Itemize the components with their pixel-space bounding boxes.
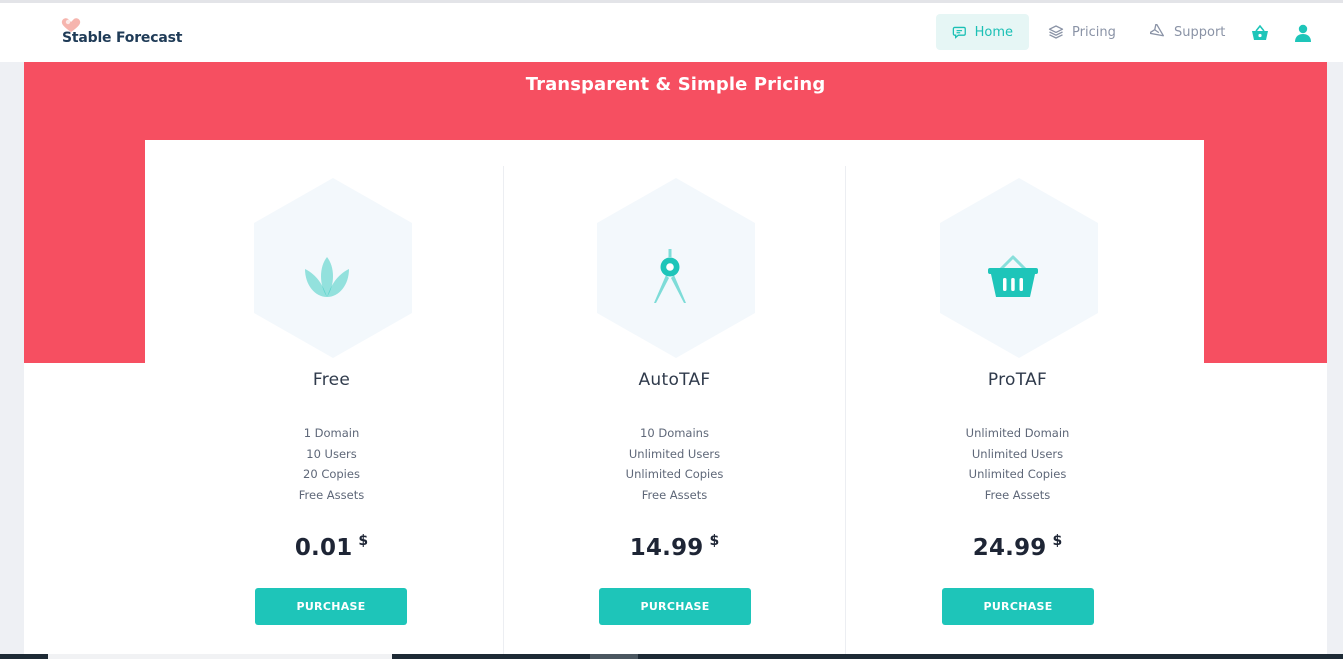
price-currency: $ <box>1052 533 1063 549</box>
plan-name: ProTAF <box>987 370 1048 390</box>
plan-card-autotaf: AutoTAF 10 Domains Unlimited Users Unlim… <box>503 140 846 659</box>
pricing-table: Free 1 Domain 10 Users 20 Copies Free As… <box>145 140 1204 659</box>
plan-price: 0.01 $ <box>160 533 503 561</box>
feature-item: Unlimited Copies <box>625 467 724 482</box>
purchase-button-autotaf[interactable]: PURCHASE <box>599 588 751 625</box>
plan-card-free: Free 1 Domain 10 Users 20 Copies Free As… <box>160 140 503 659</box>
price-currency: $ <box>358 533 369 549</box>
lotus-icon <box>287 237 367 317</box>
price-value: 24.99 <box>972 535 1047 561</box>
feature-list: 10 Domains Unlimited Users Unlimited Cop… <box>503 423 846 506</box>
feature-list: 1 Domain 10 Users 20 Copies Free Assets <box>160 423 503 506</box>
price-currency: $ <box>709 533 720 549</box>
brand-name: Stable Forecast <box>62 30 183 46</box>
user-icon <box>1295 24 1311 42</box>
plan-name: Free <box>312 370 351 390</box>
feature-item: Unlimited Copies <box>968 467 1067 482</box>
user-button[interactable] <box>1291 21 1315 45</box>
nav-home[interactable]: Home <box>936 14 1029 50</box>
plan-price: 14.99 $ <box>503 533 846 561</box>
basket-icon <box>973 237 1053 317</box>
price-value: 0.01 <box>294 535 353 561</box>
plan-price: 24.99 $ <box>846 533 1189 561</box>
feature-item: Free Assets <box>984 488 1051 503</box>
feature-item: Free Assets <box>298 488 365 503</box>
feature-item: Free Assets <box>641 488 708 503</box>
plan-name: AutoTAF <box>638 370 711 390</box>
feature-item: 10 Domains <box>640 426 709 440</box>
layers-icon <box>1048 25 1064 39</box>
chat-bubble-icon <box>952 26 966 39</box>
purchase-button-protaf[interactable]: PURCHASE <box>942 588 1094 625</box>
brand-logo[interactable]: Stable Forecast <box>58 15 198 51</box>
shopping-basket-icon <box>1252 24 1268 40</box>
feature-item: Unlimited Users <box>628 446 721 461</box>
feature-item: Unlimited Domain <box>965 426 1070 440</box>
bottom-segment <box>48 654 392 659</box>
feature-item: Unlimited Users <box>971 446 1064 461</box>
price-value: 14.99 <box>629 535 704 561</box>
nav-home-label: Home <box>974 24 1013 40</box>
feature-item: 20 Copies <box>303 467 360 482</box>
paper-plane-icon <box>1150 24 1164 37</box>
nav-pricing[interactable]: Pricing <box>1032 14 1132 50</box>
nav-support[interactable]: Support <box>1134 14 1241 50</box>
navbar: Stable Forecast Home Pricing Support <box>0 3 1343 62</box>
cart-button[interactable] <box>1248 21 1272 45</box>
bottom-bar <box>0 654 1343 659</box>
purchase-button-free[interactable]: PURCHASE <box>255 588 407 625</box>
bottom-segment <box>590 654 638 659</box>
page-title: Transparent & Simple Pricing <box>525 74 826 95</box>
plan-card-protaf: ProTAF Unlimited Domain Unlimited Users … <box>846 140 1189 659</box>
nav-pricing-label: Pricing <box>1072 24 1116 40</box>
nav-support-label: Support <box>1174 24 1226 40</box>
feature-item: 10 Users <box>306 446 357 461</box>
compass-icon <box>630 237 710 317</box>
feature-list: Unlimited Domain Unlimited Users Unlimit… <box>846 423 1189 506</box>
feature-item: 1 Domain <box>303 426 360 440</box>
